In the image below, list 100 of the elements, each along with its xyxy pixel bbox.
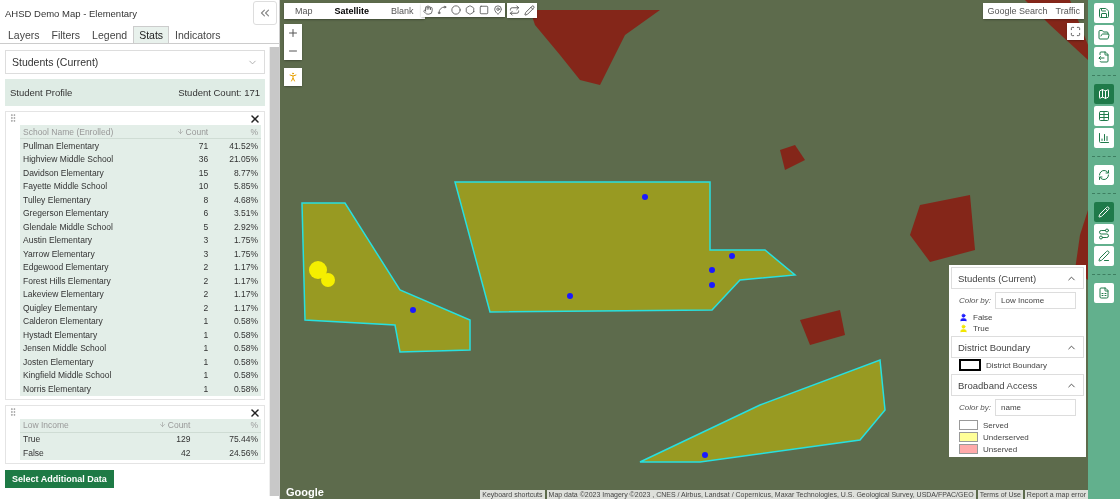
table-cell: 0.58% xyxy=(211,382,261,396)
map-logo: Google xyxy=(286,486,324,498)
table-cell: 8.77% xyxy=(211,166,261,180)
close-icon[interactable] xyxy=(249,406,261,419)
legend-header[interactable]: Broadband Access xyxy=(951,374,1084,396)
map-type-button[interactable]: Blank xyxy=(380,3,425,19)
table-cell: 1 xyxy=(157,355,212,369)
table-cell: 8 xyxy=(157,193,212,207)
table-cell: 1 xyxy=(157,328,212,342)
table-cell: 1 xyxy=(157,314,212,328)
collapse-button[interactable] xyxy=(253,1,277,25)
map-marker[interactable] xyxy=(729,253,735,259)
marker-cluster[interactable] xyxy=(309,261,327,279)
table-cell: 2.92% xyxy=(211,220,261,234)
tab[interactable]: Stats xyxy=(133,26,170,43)
table-cell: 42 xyxy=(120,446,194,460)
legend-label: Underserved xyxy=(983,432,1029,442)
table-cell: 1.75% xyxy=(211,233,261,247)
table-cell: 1.75% xyxy=(211,247,261,261)
legend-title: Students (Current) xyxy=(958,272,1037,284)
color-by-field[interactable]: Low Income xyxy=(995,292,1076,309)
table-cell: 0.58% xyxy=(211,314,261,328)
table-cell: True xyxy=(20,432,121,446)
legend-label: False xyxy=(973,313,993,322)
table-cell: 0.58% xyxy=(211,355,261,369)
legend-header[interactable]: District Boundary xyxy=(951,336,1084,358)
table-cell: 3 xyxy=(157,233,212,247)
table-cell: 36 xyxy=(157,152,212,166)
table-cell: 41.52% xyxy=(211,138,261,153)
table-cell: Yarrow Elementary xyxy=(20,247,158,261)
table-cell: 3 xyxy=(157,247,212,261)
table-cell: 6 xyxy=(157,206,212,220)
legend-title: District Boundary xyxy=(958,341,1031,353)
table-cell: 0.58% xyxy=(211,328,261,342)
table-cell: 0.58% xyxy=(211,341,261,355)
table-cell: Highview Middle School xyxy=(20,152,158,166)
table-cell: 1.17% xyxy=(211,260,261,274)
tab[interactable]: Layers xyxy=(2,26,46,43)
select-data-button[interactable]: Select Additional Data xyxy=(5,469,114,488)
table-cell: 2 xyxy=(157,301,212,315)
table-cell: Calderon Elementary xyxy=(20,314,158,328)
marker-cluster[interactable] xyxy=(321,273,335,287)
table-cell: 1.17% xyxy=(211,274,261,288)
table-cell: Tulley Elementary xyxy=(20,193,158,207)
legend-label: Served xyxy=(983,420,1009,430)
table-cell: Davidson Elementary xyxy=(20,166,158,180)
app-title: AHSD Demo Map - Elementary xyxy=(5,7,137,19)
table-cell: 71 xyxy=(157,138,212,153)
table-cell: 129 xyxy=(120,432,194,446)
map-control-button[interactable]: Google Search xyxy=(983,3,1052,19)
table-cell: 24.56% xyxy=(193,446,261,460)
drag-handle-icon[interactable] xyxy=(8,406,18,417)
table-cell: 1 xyxy=(157,368,212,382)
table-cell: 75.44% xyxy=(193,432,261,446)
table-cell: Norris Elementary xyxy=(20,382,158,396)
drag-handle-icon[interactable] xyxy=(8,113,18,123)
tab[interactable]: Legend xyxy=(86,26,134,43)
table-cell: Gregerson Elementary xyxy=(20,206,158,220)
table-cell: 5.85% xyxy=(211,179,261,193)
map-area-shape xyxy=(800,310,845,345)
map-marker[interactable] xyxy=(702,452,708,458)
legend-label: True xyxy=(973,324,990,333)
map-marker[interactable] xyxy=(410,307,416,313)
scrollbar[interactable] xyxy=(269,47,279,496)
table-cell: 3.51% xyxy=(211,206,261,220)
map-marker[interactable] xyxy=(709,267,715,273)
table-cell: Pullman Elementary xyxy=(20,138,158,153)
map-type-button[interactable]: Map xyxy=(284,3,324,19)
table-cell: Kingfield Middle School xyxy=(20,368,158,382)
color-by-label: Color by: xyxy=(959,403,991,412)
map-area-shape xyxy=(910,195,975,262)
map-marker[interactable] xyxy=(567,293,573,299)
table-cell: 2 xyxy=(157,274,212,288)
satellite-map-placeholder[interactable] xyxy=(280,0,1088,499)
table-cell: Glendale Middle School xyxy=(20,220,158,234)
table-cell: 10 xyxy=(157,179,212,193)
table-cell: Edgewood Elementary xyxy=(20,260,158,274)
legend-title: Broadband Access xyxy=(958,379,1038,391)
legend-header[interactable]: Students (Current) xyxy=(951,267,1084,289)
tab[interactable]: Filters xyxy=(45,26,87,43)
map-control-button[interactable]: Traffic xyxy=(1051,3,1084,19)
table-cell: Hystadt Elementary xyxy=(20,328,158,342)
legend-label: District Boundary xyxy=(986,360,1047,370)
double-chevron-left-icon[interactable] xyxy=(258,6,272,20)
table-cell: 1.17% xyxy=(211,287,261,301)
color-by-field[interactable]: name xyxy=(995,399,1076,416)
table-cell: Forest Hills Elementary xyxy=(20,274,158,288)
close-icon[interactable] xyxy=(249,113,261,125)
table-cell: False xyxy=(20,446,121,460)
table-cell: Austin Elementary xyxy=(20,233,158,247)
map-marker[interactable] xyxy=(642,194,648,200)
dataset-select[interactable]: Students (Current) xyxy=(5,50,265,74)
profile-label: Student Profile xyxy=(10,87,73,98)
map-marker[interactable] xyxy=(709,282,715,288)
table-cell: 4.68% xyxy=(211,193,261,207)
color-by-label: Color by: xyxy=(959,296,991,305)
tab[interactable]: Indicators xyxy=(169,26,227,43)
table-cell: 1.17% xyxy=(211,301,261,315)
map-type-button[interactable]: Satellite xyxy=(323,3,381,19)
table-cell: 5 xyxy=(157,220,212,234)
